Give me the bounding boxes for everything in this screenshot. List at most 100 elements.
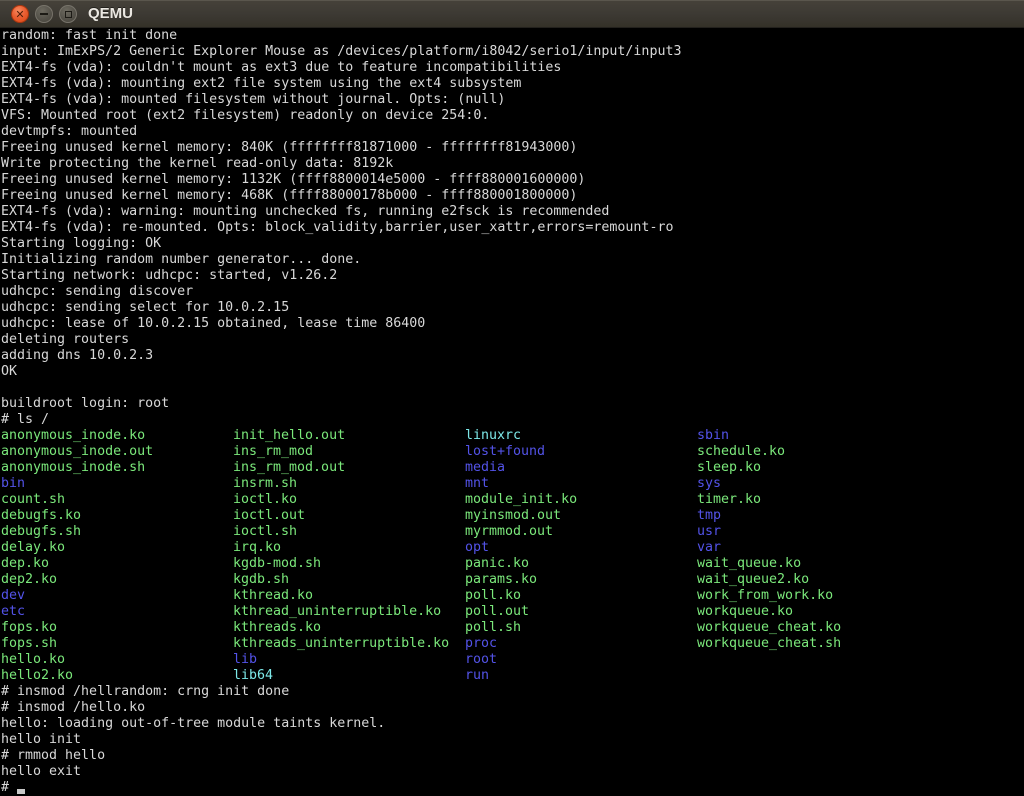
ls-entry-exec: poll.sh <box>465 620 521 636</box>
console-line: input: ImExPS/2 Generic Explorer Mouse a… <box>0 44 1024 60</box>
console-line: random: fast init done <box>0 28 1024 44</box>
ls-entry-exec: fops.sh <box>1 636 57 652</box>
console-line: Starting network: udhcpc: started, v1.26… <box>0 268 1024 284</box>
ls-entry-dir: proc <box>465 636 497 652</box>
window-title: QEMU <box>88 4 133 24</box>
console-line: Initializing random number generator... … <box>0 252 1024 268</box>
ls-entry-dir: dev <box>1 588 25 604</box>
ls-entry-dir: etc <box>1 604 25 620</box>
ls-entry-dir: sbin <box>697 428 729 444</box>
console-line: hello init <box>0 732 1024 748</box>
ls-row: hello2.kolib64run <box>0 668 1024 684</box>
ls-entry-exec: delay.ko <box>1 540 65 556</box>
ls-entry-exec: irq.ko <box>233 540 281 556</box>
console-line: devtmpfs: mounted <box>0 124 1024 140</box>
console-line: Starting logging: OK <box>0 236 1024 252</box>
ls-entry-exec: workqueue_cheat.sh <box>697 636 841 652</box>
ls-entry-dir: mnt <box>465 476 489 492</box>
ls-entry-exec: ioctl.ko <box>233 492 297 508</box>
ls-row: dep.ko kgdb-mod.sh panic.ko wait_queue.ko <box>0 556 1024 572</box>
ls-entry-dir: lib <box>233 652 257 668</box>
ls-row: debugfs.shioctl.shmyrmmod.outusr <box>0 524 1024 540</box>
titlebar[interactable]: ✕ QEMU <box>0 0 1024 28</box>
console-line: # insmod /hello.ko <box>0 700 1024 716</box>
console-line: hello: loading out-of-tree module taints… <box>0 716 1024 732</box>
ls-entry-exec: ins_rm_mod <box>233 444 313 460</box>
ls-entry-exec: fops.ko <box>1 620 57 636</box>
ls-entry-exec: kthread.ko <box>233 588 313 604</box>
ls-row: anonymous_inode.koinit_hello.outlinuxrcs… <box>0 428 1024 444</box>
ls-entry-dir: usr <box>697 524 721 540</box>
console-line: udhcpc: sending discover <box>0 284 1024 300</box>
ls-entry-exec: work_from_work.ko <box>697 588 833 604</box>
ls-entry-exec: wait_queue.ko <box>697 556 801 572</box>
console-line: adding dns 10.0.2.3 <box>0 348 1024 364</box>
ls-entry-exec: debugfs.sh <box>1 524 81 540</box>
minimize-button[interactable] <box>35 5 53 23</box>
maximize-icon <box>65 11 72 18</box>
console-line: EXT4-fs (vda): mounting ext2 file system… <box>0 76 1024 92</box>
ls-entry-dir: root <box>465 652 497 668</box>
ls-entry-exec: poll.ko <box>465 588 521 604</box>
ls-entry-exec: count.sh <box>1 492 65 508</box>
ls-entry-exec: myinsmod.out <box>465 508 561 524</box>
ls-entry-exec: poll.out <box>465 604 529 620</box>
ls-row: fops.kokthreads.kopoll.shworkqueue_cheat… <box>0 620 1024 636</box>
ls-row: count.sh ioctl.ko module_init.ko timer.ko <box>0 492 1024 508</box>
ls-entry-exec: kgdb.sh <box>233 572 289 588</box>
maximize-button[interactable] <box>59 5 77 23</box>
ls-entry-dir: tmp <box>697 508 721 524</box>
ls-entry-exec: schedule.ko <box>697 444 785 460</box>
terminal-cursor <box>17 789 25 794</box>
ls-entry-exec: panic.ko <box>465 556 529 572</box>
ls-entry-exec: kgdb-mod.sh <box>233 556 321 572</box>
console-line: udhcpc: lease of 10.0.2.15 obtained, lea… <box>0 316 1024 332</box>
ls-entry-exec: dep.ko <box>1 556 49 572</box>
console-line: # rmmod hello <box>0 748 1024 764</box>
ls-entry-dir: bin <box>1 476 25 492</box>
console-line: Freeing unused kernel memory: 1132K (fff… <box>0 172 1024 188</box>
ls-entry-exec: timer.ko <box>697 492 761 508</box>
console-line <box>0 380 1024 396</box>
ls-entry-exec: sleep.ko <box>697 460 761 476</box>
console-line: EXT4-fs (vda): mounted filesystem withou… <box>0 92 1024 108</box>
ls-row: fops.shkthreads_uninterruptible.koprocwo… <box>0 636 1024 652</box>
ls-entry-dir: sys <box>697 476 721 492</box>
ls-row: dep2.ko kgdb.sh params.ko wait_queue2.ko <box>0 572 1024 588</box>
ls-row: delay.koirq.kooptvar <box>0 540 1024 556</box>
ls-entry-exec: kthreads.ko <box>233 620 321 636</box>
console-line: udhcpc: sending select for 10.0.2.15 <box>0 300 1024 316</box>
console-line: OK <box>0 364 1024 380</box>
ls-entry-link: linuxrc <box>465 428 521 444</box>
ls-entry-link: lib64 <box>233 668 273 684</box>
ls-entry-exec: module_init.ko <box>465 492 577 508</box>
ls-entry-exec: debugfs.ko <box>1 508 81 524</box>
ls-entry-exec: kthread_uninterruptible.ko <box>233 604 441 620</box>
ls-entry-exec: params.ko <box>465 572 537 588</box>
ls-row: anonymous_inode.out ins_rm_mod lost+found s… <box>0 444 1024 460</box>
console-line: EXT4-fs (vda): warning: mounting uncheck… <box>0 204 1024 220</box>
ls-row: dev kthread.ko poll.ko work_from_work.ko <box>0 588 1024 604</box>
console-line: hello exit <box>0 764 1024 780</box>
ls-row: debugfs.koioctl.outmyinsmod.outtmp <box>0 508 1024 524</box>
ls-entry-exec: hello2.ko <box>1 668 73 684</box>
ls-entry-dir: var <box>697 540 721 556</box>
ls-entry-dir: media <box>465 460 505 476</box>
prompt-line: # <box>0 780 1024 796</box>
terminal-screen[interactable]: random: fast init doneinput: ImExPS/2 Ge… <box>0 28 1024 796</box>
console-line: deleting routers <box>0 332 1024 348</box>
ls-entry-dir: lost+found <box>465 444 545 460</box>
console-line: buildroot login: root <box>0 396 1024 412</box>
ls-entry-exec: workqueue.ko <box>697 604 793 620</box>
ls-entry-exec: dep2.ko <box>1 572 57 588</box>
minimize-icon <box>40 13 48 15</box>
ls-entry-exec: ins_rm_mod.out <box>233 460 345 476</box>
ls-entry-exec: wait_queue2.ko <box>697 572 809 588</box>
prompt-text: # <box>1 780 9 795</box>
close-button[interactable]: ✕ <box>11 5 29 23</box>
ls-entry-exec: hello.ko <box>1 652 65 668</box>
ls-entry-exec: anonymous_inode.out <box>1 444 153 460</box>
ls-entry-exec: anonymous_inode.ko <box>1 428 145 444</box>
ls-row: etc kthread_uninterruptible.ko poll.out wor… <box>0 604 1024 620</box>
ls-entry-exec: anonymous_inode.sh <box>1 460 145 476</box>
